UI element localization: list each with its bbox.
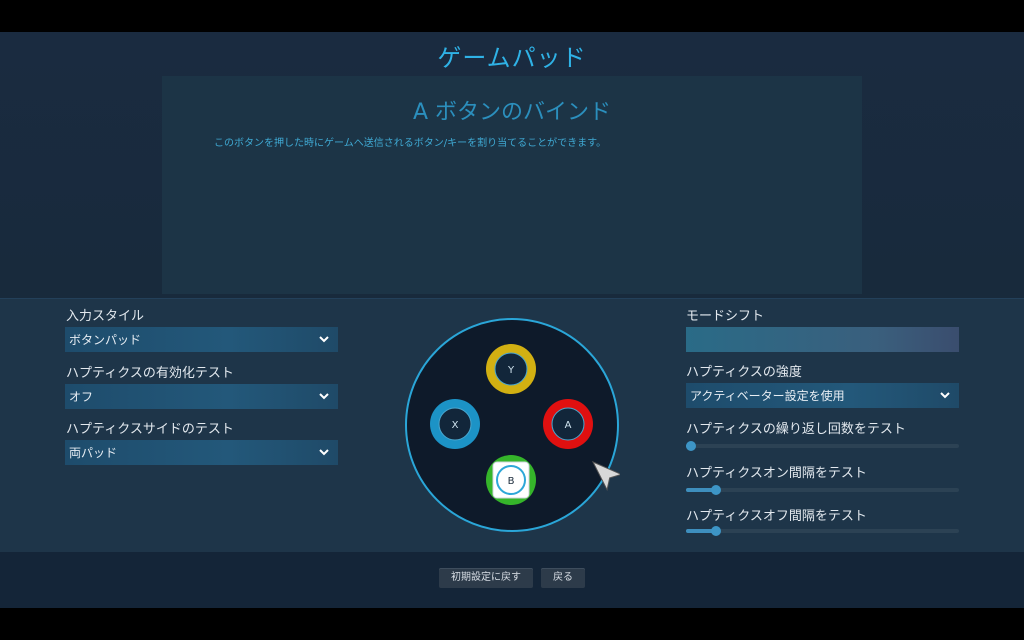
slider-handle[interactable] (711, 526, 722, 536)
haptics-enable-test-value: オフ (69, 390, 94, 404)
screen: ゲームパッド A ボタンのバインド このボタンを押した時にゲームへ送信されるボタ… (0, 0, 1024, 640)
off-interval-test-label: ハプティクスオフ間隔をテスト (686, 509, 867, 524)
haptics-strength-dropdown[interactable]: アクティベーター設定を使用 (686, 383, 959, 408)
b-button[interactable]: B (486, 455, 536, 505)
haptics-strength-label: ハプティクスの強度 (686, 365, 802, 380)
chevron-down-icon (940, 392, 950, 399)
x-button-label: X (452, 420, 459, 431)
binding-title: A ボタンのバインド (412, 100, 612, 125)
repeat-count-test-label: ハプティクスの繰り返し回数をテスト (686, 422, 906, 437)
page-title: ゲームパッド (437, 44, 587, 72)
slider-handle[interactable] (686, 441, 696, 451)
haptics-side-test-value: 両パッド (69, 446, 118, 460)
chevron-down-icon (319, 393, 329, 400)
b-button-label: B (508, 476, 515, 487)
haptics-enable-test-label: ハプティクスの有効化テスト (66, 366, 234, 381)
chevron-down-icon (319, 336, 329, 343)
binding-panel: A ボタンのバインド このボタンを押した時にゲームへ送信されるボタン/キーを割り… (162, 76, 862, 294)
on-interval-slider[interactable] (686, 485, 959, 495)
input-style-dropdown[interactable]: ボタンパッド (65, 327, 338, 352)
a-button[interactable]: A (543, 399, 593, 449)
x-button[interactable]: X (430, 399, 480, 449)
back-button[interactable]: 戻る (541, 568, 585, 588)
binding-description: このボタンを押した時にゲームへ送信されるボタン/キーを割り当てることができます。 (214, 138, 607, 149)
y-button[interactable]: Y (486, 344, 536, 394)
haptics-strength-value: アクティベーター設定を使用 (690, 389, 845, 403)
off-interval-slider[interactable] (686, 526, 959, 536)
footer-bar: 初期設定に戻す 戻る (0, 552, 1024, 608)
chevron-down-icon (319, 449, 329, 456)
button-pad-diagram: Y X A B (405, 318, 620, 532)
haptics-side-test-label: ハプティクスサイドのテスト (66, 422, 234, 437)
mode-shift-label: モードシフト (686, 309, 765, 324)
haptics-side-test-dropdown[interactable]: 両パッド (65, 440, 338, 465)
input-style-value: ボタンパッド (69, 333, 142, 347)
gamepad-config-window: ゲームパッド A ボタンのバインド このボタンを押した時にゲームへ送信されるボタ… (0, 32, 1024, 608)
on-interval-test-label: ハプティクスオン間隔をテスト (686, 466, 867, 481)
mode-shift-field[interactable] (686, 327, 959, 352)
haptics-enable-test-dropdown[interactable]: オフ (65, 384, 338, 409)
input-style-label: 入力スタイル (66, 309, 145, 324)
a-button-label: A (565, 420, 572, 431)
repeat-count-slider[interactable] (686, 441, 959, 451)
y-button-label: Y (507, 365, 515, 376)
slider-handle[interactable] (711, 485, 722, 495)
reset-defaults-button[interactable]: 初期設定に戻す (439, 568, 533, 588)
